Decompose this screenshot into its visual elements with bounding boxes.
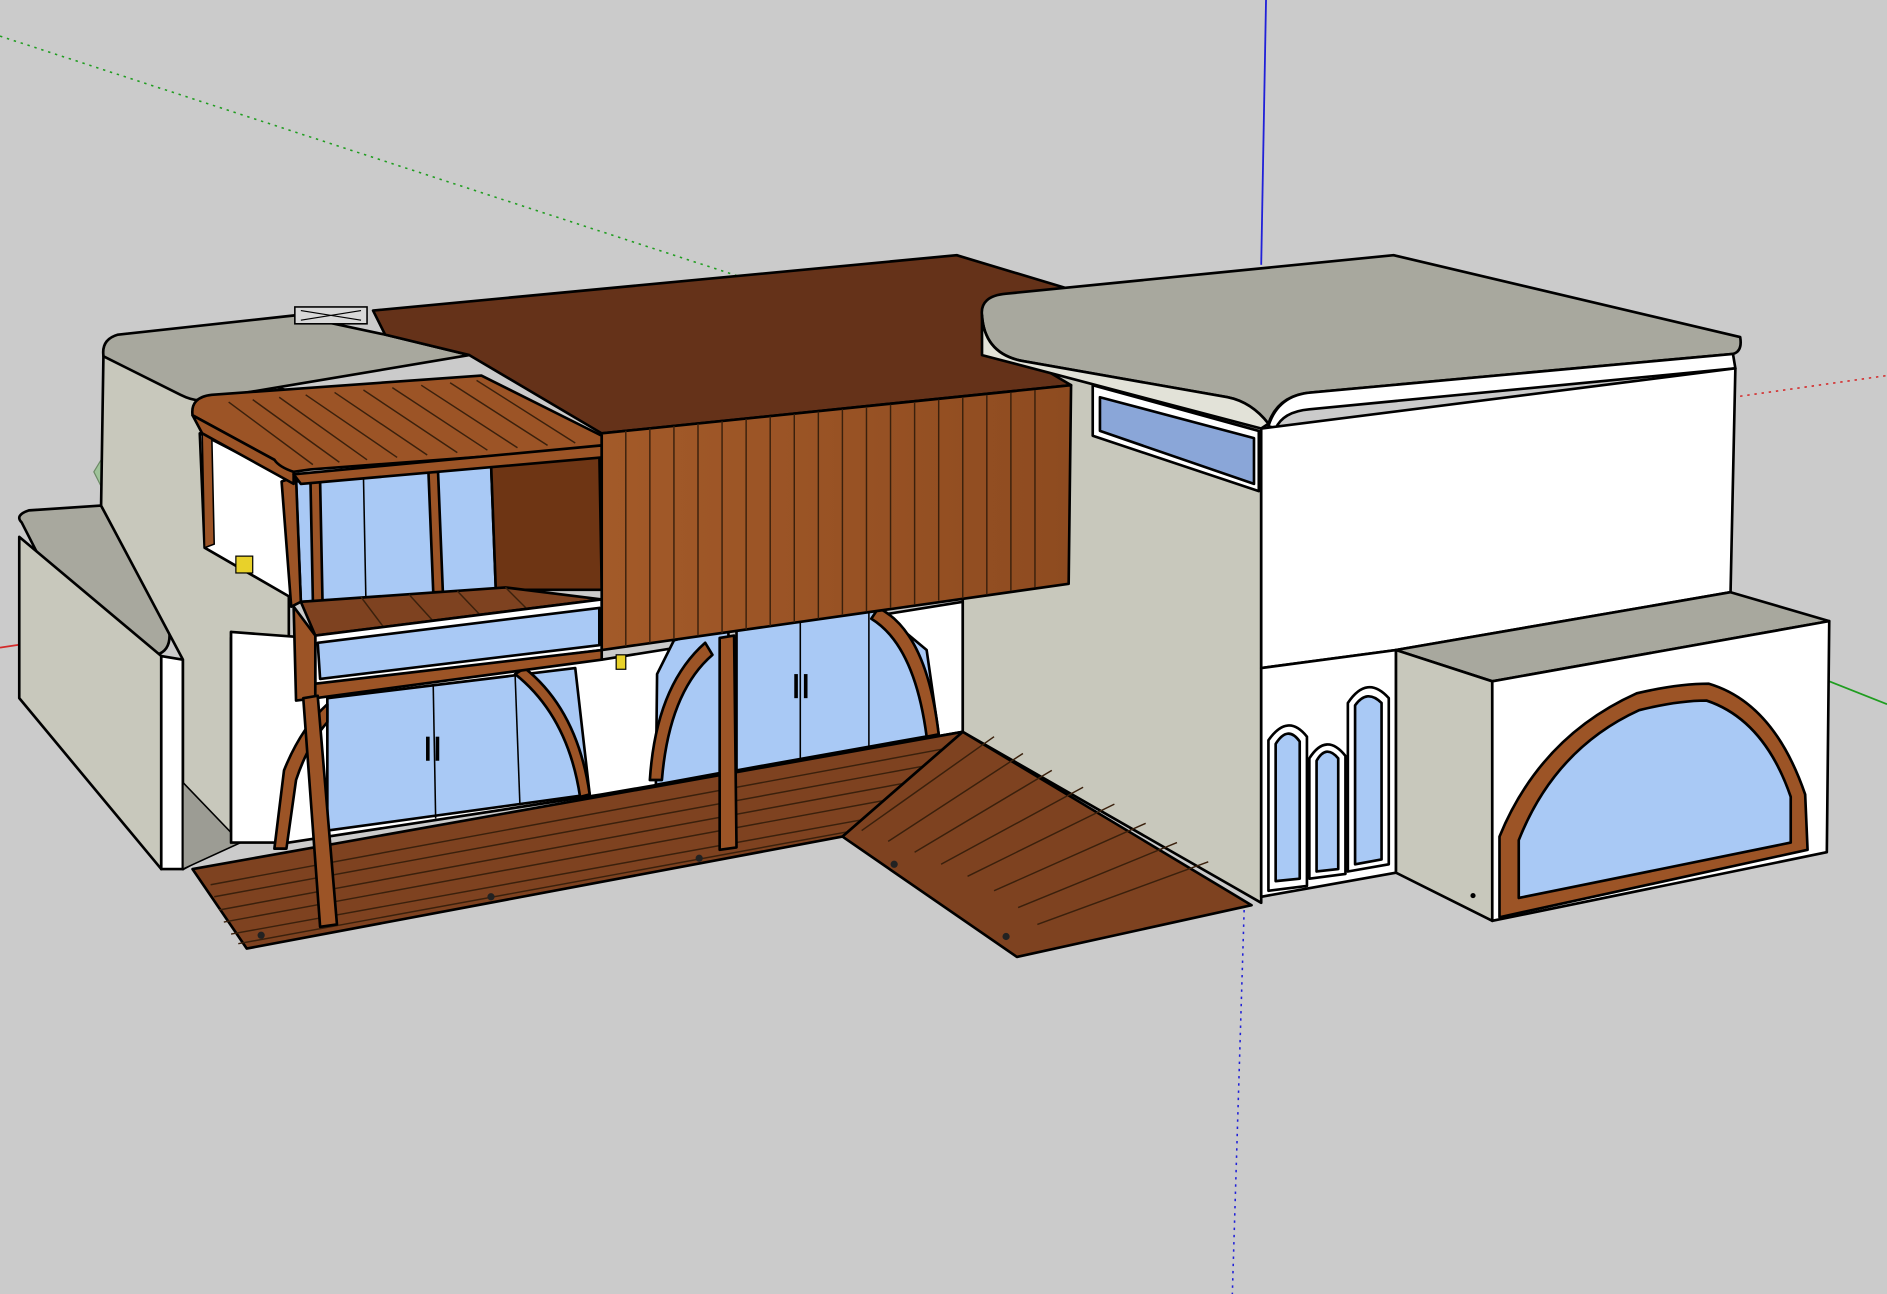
model-viewport[interactable] <box>0 0 1887 1294</box>
door-handle[interactable] <box>426 736 430 761</box>
deck-light <box>695 854 703 862</box>
deck-light <box>487 893 495 901</box>
door-handle[interactable] <box>794 674 798 699</box>
deck-light <box>257 931 265 939</box>
interior-lamp <box>615 654 627 670</box>
deck-light <box>890 860 898 868</box>
door-handle[interactable] <box>435 736 440 761</box>
deck-light <box>1002 932 1010 941</box>
door-handle[interactable] <box>803 674 808 699</box>
interior-lamp <box>235 555 254 574</box>
